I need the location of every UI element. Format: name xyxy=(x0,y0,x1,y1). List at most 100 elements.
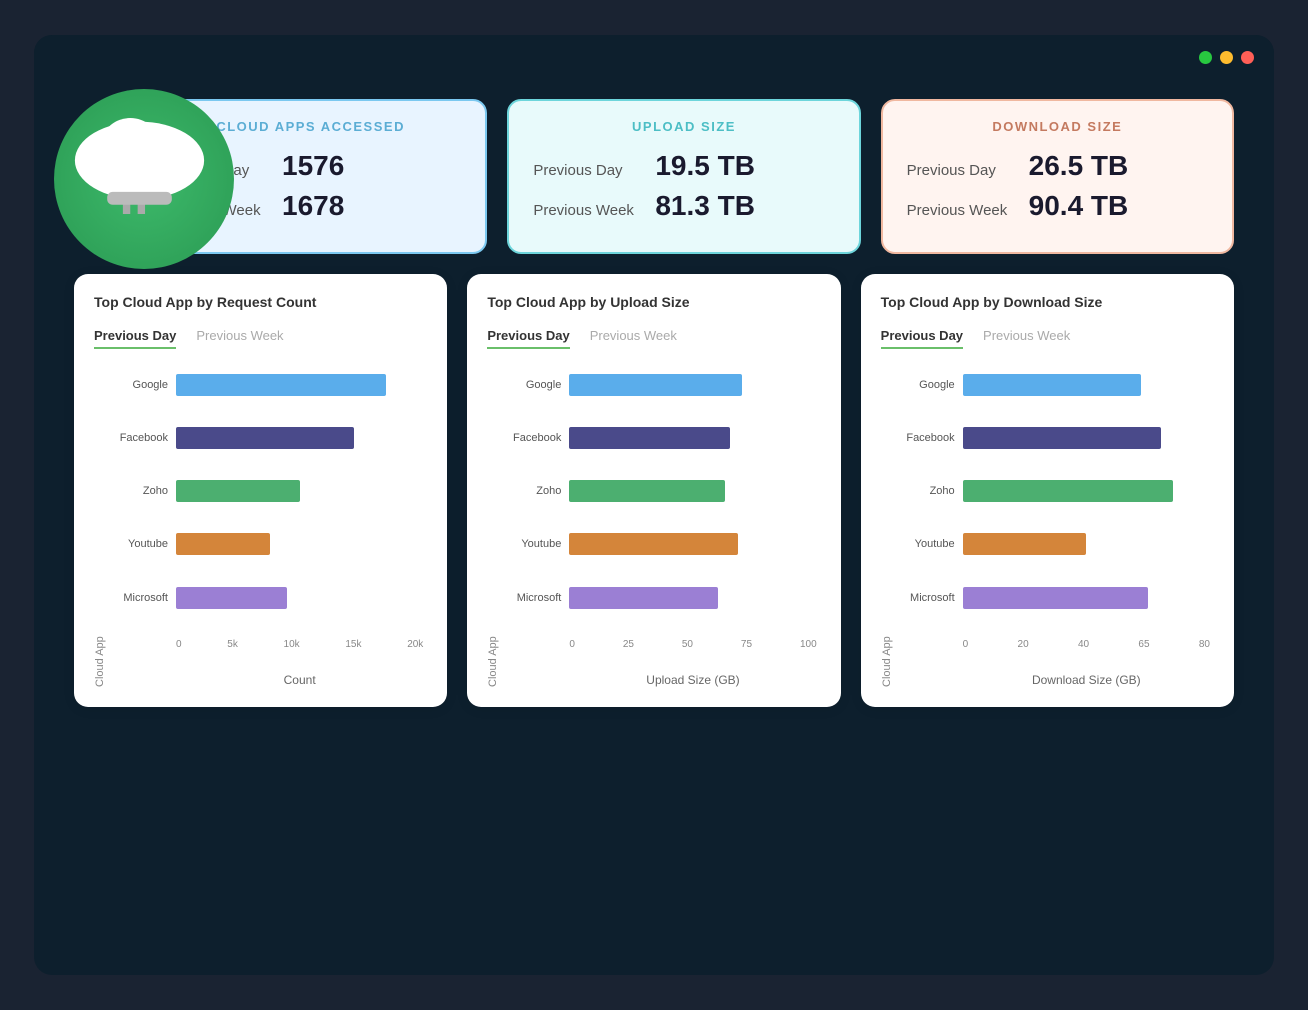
upload-bar-facebook xyxy=(569,427,730,449)
x-tick-10k: 10k xyxy=(284,639,300,650)
download-bar-row-google: Google xyxy=(897,367,1210,403)
download-title: DOWNLOAD SIZE xyxy=(907,119,1208,134)
download-x-tick-20: 20 xyxy=(1018,639,1029,650)
download-x-tick-65: 65 xyxy=(1138,639,1149,650)
upload-x-tick-75: 75 xyxy=(741,639,752,650)
request-count-chart-card: Top Cloud App by Request Count Previous … xyxy=(74,274,447,707)
upload-bar-row-facebook: Facebook xyxy=(503,420,816,456)
download-size-tab-prev-day[interactable]: Previous Day xyxy=(881,324,963,349)
upload-bar-container-facebook xyxy=(569,427,816,449)
upload-x-tick-25: 25 xyxy=(623,639,634,650)
upload-prev-week-label: Previous Week xyxy=(533,202,643,219)
upload-prev-week-row: Previous Week 81.3 TB xyxy=(533,190,834,222)
request-count-x-axis: 0 5k 10k 15k 20k xyxy=(110,639,423,650)
download-size-x-label: Download Size (GB) xyxy=(897,673,1210,687)
download-x-tick-80: 80 xyxy=(1199,639,1210,650)
download-prev-day-value: 26.5 TB xyxy=(1029,150,1129,182)
download-prev-week-value: 90.4 TB xyxy=(1029,190,1129,222)
download-bar-container-google xyxy=(963,374,1210,396)
download-size-x-axis: 0 20 40 65 80 xyxy=(897,639,1210,650)
upload-size-tabs: Previous Day Previous Week xyxy=(487,324,816,349)
upload-prev-week-value: 81.3 TB xyxy=(655,190,755,222)
download-size-bar-chart: Cloud App Google Facebook xyxy=(881,367,1210,687)
download-bar-google xyxy=(963,374,1141,396)
upload-bar-row-youtube: Youtube xyxy=(503,526,816,562)
upload-title: UPLOAD SIZE xyxy=(533,119,834,134)
app-window: CLOUD APPS ACCESSED Previous Day 1576 Pr… xyxy=(34,35,1274,975)
bar-label-zoho: Zoho xyxy=(110,485,168,497)
download-size-card: DOWNLOAD SIZE Previous Day 26.5 TB Previ… xyxy=(881,99,1234,254)
download-bar-microsoft xyxy=(963,587,1148,609)
upload-size-tab-prev-day[interactable]: Previous Day xyxy=(487,324,569,349)
request-count-tab-prev-week[interactable]: Previous Week xyxy=(196,324,283,349)
bar-google xyxy=(176,374,386,396)
download-bar-row-zoho: Zoho xyxy=(897,473,1210,509)
bar-facebook xyxy=(176,427,354,449)
upload-size-tab-prev-week[interactable]: Previous Week xyxy=(590,324,677,349)
upload-prev-day-row: Previous Day 19.5 TB xyxy=(533,150,834,182)
upload-bar-row-microsoft: Microsoft xyxy=(503,580,816,616)
upload-x-tick-50: 50 xyxy=(682,639,693,650)
upload-bar-youtube xyxy=(569,533,737,555)
download-size-tab-prev-week[interactable]: Previous Week xyxy=(983,324,1070,349)
upload-bar-label-youtube: Youtube xyxy=(503,538,561,550)
upload-size-x-axis: 0 25 50 75 100 xyxy=(503,639,816,650)
x-tick-20k: 20k xyxy=(407,639,423,650)
download-size-chart-card: Top Cloud App by Download Size Previous … xyxy=(861,274,1234,707)
upload-bar-label-zoho: Zoho xyxy=(503,485,561,497)
upload-size-y-label: Cloud App xyxy=(487,367,499,687)
cloud-illustration xyxy=(44,79,264,299)
upload-size-bar-chart: Cloud App Google Facebook xyxy=(487,367,816,687)
bar-container-zoho xyxy=(176,480,423,502)
cloud-apps-prev-day-value: 1576 xyxy=(282,150,344,182)
download-bar-row-facebook: Facebook xyxy=(897,420,1210,456)
upload-x-tick-0: 0 xyxy=(569,639,575,650)
bar-label-youtube: Youtube xyxy=(110,538,168,550)
upload-bar-row-google: Google xyxy=(503,367,816,403)
upload-x-tick-100: 100 xyxy=(800,639,817,650)
upload-bar-microsoft xyxy=(569,587,717,609)
bar-row-facebook: Facebook xyxy=(110,420,423,456)
cloud-apps-prev-week-value: 1678 xyxy=(282,190,344,222)
traffic-light-yellow[interactable] xyxy=(1220,51,1233,64)
upload-size-chart-card: Top Cloud App by Upload Size Previous Da… xyxy=(467,274,840,707)
download-bar-row-microsoft: Microsoft xyxy=(897,580,1210,616)
download-bar-youtube xyxy=(963,533,1087,555)
upload-bar-label-facebook: Facebook xyxy=(503,432,561,444)
x-tick-5k: 5k xyxy=(227,639,238,650)
bar-container-google xyxy=(176,374,423,396)
bar-label-facebook: Facebook xyxy=(110,432,168,444)
upload-bar-row-zoho: Zoho xyxy=(503,473,816,509)
download-prev-day-row: Previous Day 26.5 TB xyxy=(907,150,1208,182)
download-prev-day-label: Previous Day xyxy=(907,162,1017,179)
download-bar-label-microsoft: Microsoft xyxy=(897,592,955,604)
upload-bar-container-microsoft xyxy=(569,587,816,609)
traffic-light-red[interactable] xyxy=(1241,51,1254,64)
download-bar-container-microsoft xyxy=(963,587,1210,609)
upload-size-x-label: Upload Size (GB) xyxy=(503,673,816,687)
bar-container-microsoft xyxy=(176,587,423,609)
traffic-light-green[interactable] xyxy=(1199,51,1212,64)
upload-prev-day-value: 19.5 TB xyxy=(655,150,755,182)
upload-bar-zoho xyxy=(569,480,725,502)
upload-bar-container-youtube xyxy=(569,533,816,555)
download-prev-week-label: Previous Week xyxy=(907,202,1017,219)
download-bar-label-facebook: Facebook xyxy=(897,432,955,444)
bar-row-microsoft: Microsoft xyxy=(110,580,423,616)
title-bar xyxy=(34,35,1274,79)
bar-row-youtube: Youtube xyxy=(110,526,423,562)
request-count-tab-prev-day[interactable]: Previous Day xyxy=(94,324,176,349)
upload-size-chart-title: Top Cloud App by Upload Size xyxy=(487,294,816,310)
bar-label-microsoft: Microsoft xyxy=(110,592,168,604)
request-count-bar-chart: Cloud App Google Facebook xyxy=(94,367,423,687)
upload-size-card: UPLOAD SIZE Previous Day 19.5 TB Previou… xyxy=(507,99,860,254)
bar-label-google: Google xyxy=(110,379,168,391)
download-size-y-label: Cloud App xyxy=(881,367,893,687)
download-bar-container-youtube xyxy=(963,533,1210,555)
download-bar-label-zoho: Zoho xyxy=(897,485,955,497)
upload-bar-container-google xyxy=(569,374,816,396)
upload-bar-google xyxy=(569,374,742,396)
download-x-tick-40: 40 xyxy=(1078,639,1089,650)
download-bar-facebook xyxy=(963,427,1161,449)
request-count-chart-inner: Google Facebook Zoho xyxy=(110,367,423,687)
